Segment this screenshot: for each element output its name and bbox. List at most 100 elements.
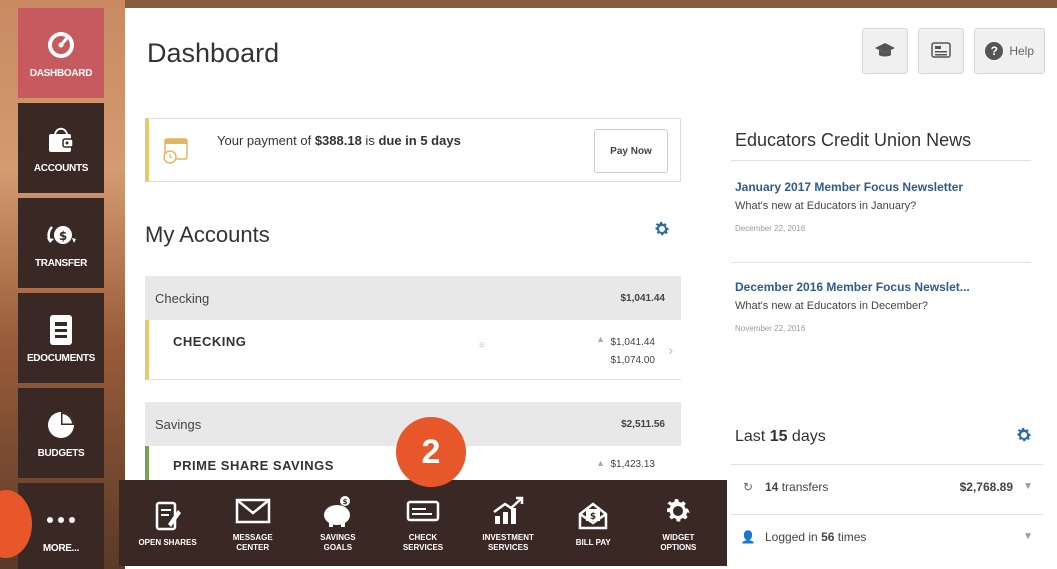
divider [731,160,1031,161]
transfers-count: 14 [765,479,779,494]
sidebar-item-edocuments[interactable]: EDOCUMENTS [18,293,104,383]
accounts-settings-gear-icon[interactable] [653,220,671,243]
menu-item-savings-goals[interactable]: $ SAVINGS GOALS [306,493,370,553]
growth-chart-icon [491,493,525,529]
svg-text:$: $ [342,498,347,506]
account-balance: $1,041.44 [610,337,656,348]
sidebar-item-transfer[interactable]: $ TRANSFER [18,198,104,288]
sidebar-item-budgets[interactable]: BUDGETS [18,388,104,478]
group-total: $1,041.44 [620,292,666,304]
pay-now-button[interactable]: Pay Now [594,129,668,173]
sidebar-item-label: MORE... [42,542,80,554]
news-title: Educators Credit Union News [735,130,972,150]
graduation-cap-icon [875,42,896,61]
page-title: Dashboard [147,38,280,68]
chevron-down-icon: ▼ [1023,531,1033,542]
statement-button[interactable] [918,28,965,74]
news-item: January 2017 Member Focus Newsletter Wha… [735,180,1035,233]
menu-item-check-services[interactable]: CHECK SERVICES [391,493,455,553]
last-days-title: Last 15 days [735,428,826,446]
drag-handle-icon[interactable]: ≡ [479,340,485,351]
menu-item-label: WIDGET OPTIONS [660,533,697,552]
header-actions: ? Help [862,28,1045,74]
group-name: Checking [155,290,210,306]
bill-envelope-icon: $ [577,498,609,534]
pie-chart-icon [44,408,78,442]
news-description: What's new at Educators in January? [735,200,917,212]
payment-amount: $388.18 [314,133,362,148]
transfers-label: transfers [778,479,829,494]
sidebar-item-label: ACCOUNTS [33,162,89,174]
menu-item-widget-options[interactable]: WIDGET OPTIONS [646,493,710,553]
divider [731,262,1031,263]
logged-prefix: Logged in [765,529,822,544]
group-total: $2,511.56 [621,418,665,430]
account-name: PRIME SHARE SAVINGS [173,458,334,473]
account-balances: $1,423.13 [611,456,656,474]
news-headline-link[interactable]: December 2016 Member Focus Newslet... [735,280,1035,294]
payment-message: Your payment of $388.18 is due in 5 days [217,133,461,148]
svg-text:$: $ [59,229,67,243]
last-days-prefix: Last [735,428,770,445]
group-name: Savings [155,416,202,432]
more-dots-icon [44,503,78,537]
help-button[interactable]: ? Help [974,28,1045,74]
callout-badge: 2 [396,417,466,487]
sidebar-item-label: EDOCUMENTS [26,352,96,364]
menu-item-label: CHECK SERVICES [402,533,444,552]
menu-item-open-shares[interactable]: OPEN SHARES [136,498,200,548]
logins-summary: Logged in 56 times [765,530,866,544]
dashboard-icon [44,28,78,62]
payment-middle: is [361,133,379,148]
transfers-summary: 14 transfers [765,480,828,494]
menu-item-investment-services[interactable]: INVESTMENT SERVICES [476,493,540,553]
chevron-right-icon: › [668,342,673,358]
caret-up-icon: ▲ [596,334,605,344]
news-item: December 2016 Member Focus Newslet... Wh… [735,280,1035,333]
menu-item-label: MESSAGE CENTER [232,533,273,552]
account-balances: $1,041.44 $1,074.00 [611,334,656,370]
last-days-suffix: days [787,428,826,445]
menu-item-bill-pay[interactable]: $ BILL PAY [561,498,625,548]
menu-item-label: OPEN SHARES [138,538,197,547]
sidebar-item-accounts[interactable]: ACCOUNTS [18,103,104,193]
logins-stat-row[interactable]: 👤 Logged in 56 times ▼ [731,514,1043,558]
menu-item-message-center[interactable]: MESSAGE CENTER [221,493,285,553]
wallet-icon [44,123,78,157]
logged-suffix: times [834,529,867,544]
logged-count: 56 [821,529,835,544]
calendar-clock-icon [161,135,191,170]
transfer-icon: ↻ [742,479,754,494]
piggy-bank-icon: $ [321,493,355,529]
user-icon: 👤 [740,529,756,544]
payment-due: due in 5 days [378,133,461,148]
account-name: CHECKING [173,334,247,349]
menu-item-label: INVESTMENT SERVICES [482,533,534,552]
last-days-count: 15 [769,428,788,445]
account-group-checking[interactable]: Checking $1,041.44 [145,276,681,320]
account-row-checking[interactable]: CHECKING ≡ ▲ $1,041.44 $1,074.00 › [145,320,681,380]
menu-item-label: BILL PAY [575,538,611,547]
news-date: December 22, 2016 [735,224,806,233]
news-headline-link[interactable]: January 2017 Member Focus Newsletter [735,180,1035,194]
activity-settings-gear-icon[interactable] [1015,426,1033,449]
transfers-stat-row[interactable]: ↻ 14 transfers $2,768.89 ▼ [731,464,1043,508]
payment-prefix: Your payment of [217,133,315,148]
news-description: What's new at Educators in December? [735,300,928,312]
sidebar-item-label: BUDGETS [37,447,85,459]
document-icon [44,313,78,347]
check-card-icon [406,493,440,529]
transfer-icon: $ [44,218,78,252]
sidebar-item-dashboard[interactable]: DASHBOARD [18,8,104,98]
education-button[interactable] [862,28,909,74]
transfers-amount: $2,768.89 [959,479,1013,494]
caret-up-icon: ▲ [596,458,605,468]
id-card-icon [931,41,952,61]
help-label: Help [1009,44,1034,58]
chevron-down-icon: ▼ [1023,481,1033,492]
sidebar: DASHBOARD ACCOUNTS $ TRANSFER EDOCUMENTS… [18,8,104,569]
edit-document-icon [154,498,182,534]
account-balance: $1,423.13 [610,459,656,470]
sidebar-item-label: TRANSFER [34,257,88,269]
my-accounts-title: My Accounts [145,222,270,247]
